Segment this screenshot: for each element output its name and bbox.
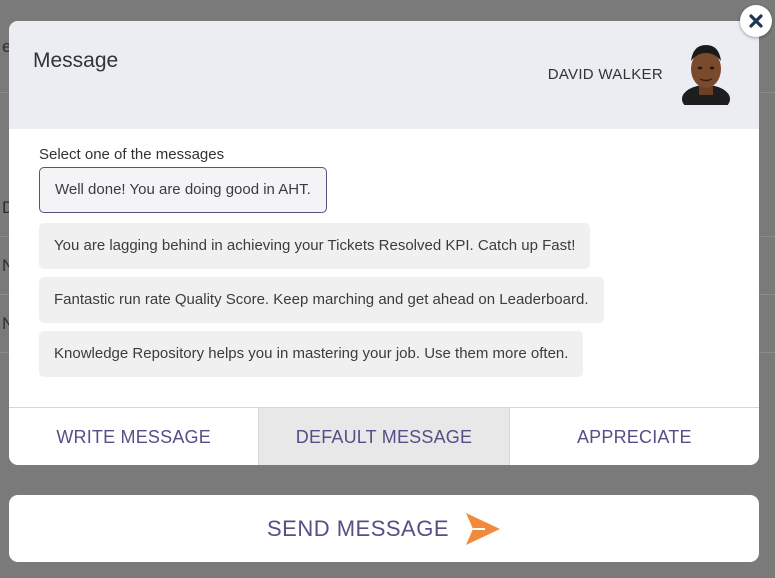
tab-default-message[interactable]: DEFAULT MESSAGE [259,408,510,465]
recipient-name: DAVID WALKER [547,66,663,83]
dialog-title: Message [33,49,119,72]
message-option[interactable]: You are lagging behind in achieving your… [39,223,591,269]
message-mode-tabs: WRITE MESSAGE DEFAULT MESSAGE APPRECIATE [9,407,759,465]
dialog-header: Message DAVID WALKER [9,21,759,129]
message-option[interactable]: Fantastic run rate Quality Score. Keep m… [39,277,604,323]
send-message-button[interactable]: SEND MESSAGE [9,495,759,562]
send-message-label: SEND MESSAGE [266,515,450,541]
tab-write-message[interactable]: WRITE MESSAGE [9,408,260,465]
message-option[interactable]: Knowledge Repository helps you in master… [39,331,584,377]
avatar [682,45,730,105]
close-icon [749,14,763,28]
message-dialog: Message DAVID WALKER Select one of the m… [9,21,759,465]
message-option[interactable]: Well done! You are doing good in AHT. [39,167,327,213]
close-button[interactable] [740,5,772,37]
tab-appreciate[interactable]: APPRECIATE [510,408,759,465]
message-prompt: Select one of the messages [39,146,225,163]
send-icon [466,512,501,545]
